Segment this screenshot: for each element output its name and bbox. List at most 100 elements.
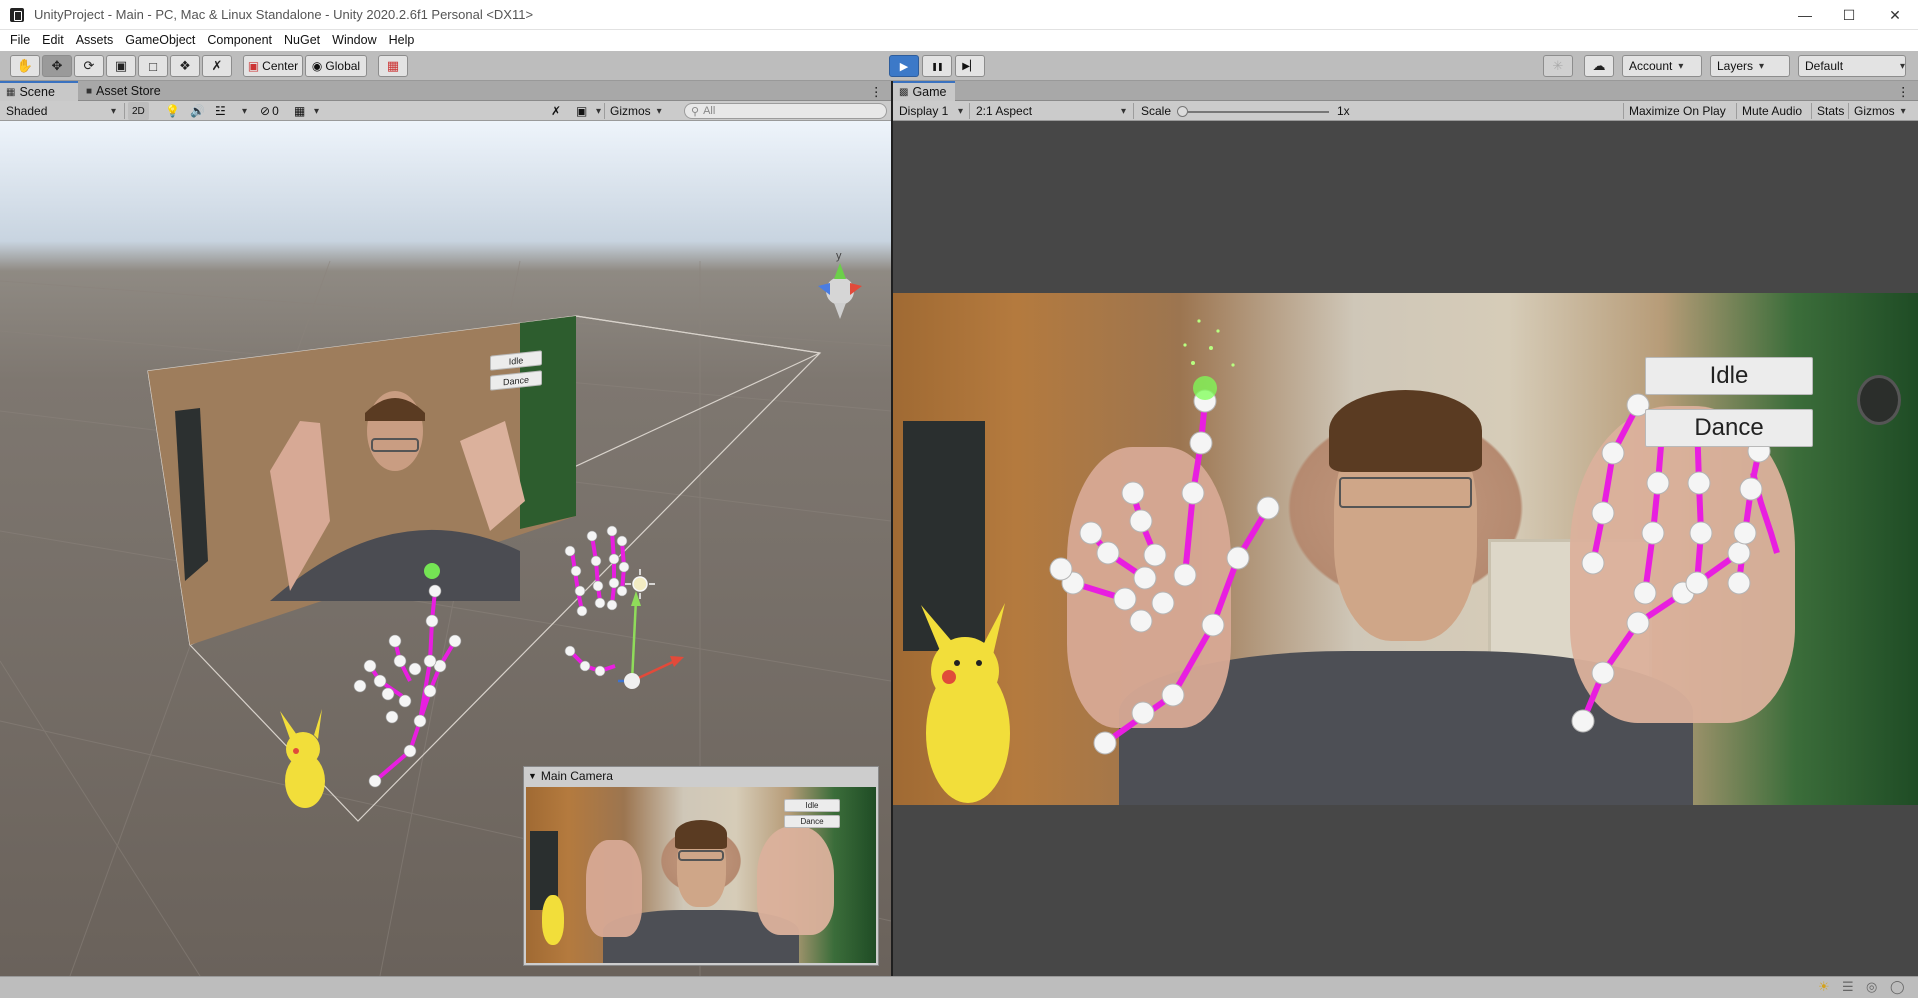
- camera-dropdown[interactable]: [586, 102, 605, 120]
- cloud-icon: ☁: [1592, 58, 1606, 73]
- collab-status-icon[interactable]: ◎: [1866, 979, 1877, 995]
- collab-button[interactable]: ✳: [1543, 55, 1573, 77]
- lighting-toggle[interactable]: 💡: [161, 102, 184, 120]
- rotate-tool-button[interactable]: ⟳: [74, 55, 104, 77]
- game-dance-button[interactable]: Dance: [1645, 409, 1813, 447]
- right-hand-region: [757, 825, 834, 935]
- tab-game[interactable]: ▩ Game: [893, 81, 955, 101]
- pikachu-model: [280, 709, 325, 808]
- hand-tool-button[interactable]: ✋: [10, 55, 40, 77]
- mute-audio-toggle[interactable]: Mute Audio: [1738, 102, 1806, 120]
- menu-file[interactable]: File: [4, 30, 36, 51]
- separator: [124, 103, 125, 119]
- scene-orientation-gizmo[interactable]: [818, 263, 862, 319]
- game-gizmos-label: Gizmos: [1854, 104, 1895, 118]
- game-viewport[interactable]: Idle Dance: [893, 121, 1918, 976]
- tools-icon: ✗: [211, 58, 223, 73]
- separator: [969, 103, 970, 119]
- menu-help[interactable]: Help: [383, 30, 421, 51]
- camera-preview-title: Main Camera: [540, 769, 613, 783]
- minimize-button[interactable]: —: [1782, 0, 1828, 30]
- scene-grid-icon: ▦: [6, 86, 16, 98]
- rect-tool-button[interactable]: □: [138, 55, 168, 77]
- close-button[interactable]: ✕: [1872, 0, 1918, 30]
- step-button[interactable]: ▶▏: [955, 55, 985, 77]
- game-gizmos-dropdown[interactable]: Gizmos: [1850, 102, 1910, 120]
- gizmos-dropdown[interactable]: Gizmos: [606, 102, 666, 120]
- rotate-icon: ⟳: [83, 58, 95, 73]
- hidden-count: 0: [272, 104, 279, 118]
- snap-settings-button[interactable]: ▦: [378, 55, 408, 77]
- menu-assets[interactable]: Assets: [70, 30, 120, 51]
- pikachu-model: [921, 603, 1010, 803]
- scale-slider-track[interactable]: [1179, 111, 1329, 113]
- display-label: Display 1: [899, 104, 949, 118]
- display-dropdown[interactable]: Display 1: [895, 102, 967, 120]
- gizmo-axis-y-label: y: [836, 250, 842, 262]
- scale-slider-thumb[interactable]: [1177, 106, 1188, 117]
- progress-status-icon[interactable]: ◯: [1890, 979, 1905, 995]
- preview-idle-button: Idle: [784, 799, 840, 812]
- effects-toggle[interactable]: ☳: [211, 102, 230, 120]
- layers-dropdown[interactable]: Layers: [1710, 55, 1790, 77]
- tab-asset-store-label: Asset Store: [96, 84, 161, 98]
- cloud-button[interactable]: ☁: [1584, 55, 1614, 77]
- menu-window[interactable]: Window: [326, 30, 382, 51]
- toggle-2d-label: 2D: [132, 105, 145, 117]
- space-global-toggle[interactable]: ◉ Global: [305, 55, 367, 77]
- scene-panel-menu-icon[interactable]: ⋮: [870, 81, 883, 101]
- left-hand-region: [585, 839, 642, 937]
- pause-button[interactable]: ❚❚: [922, 55, 952, 77]
- separator: [604, 103, 605, 119]
- tab-asset-store[interactable]: ■ Asset Store: [80, 81, 167, 101]
- effects-dropdown[interactable]: [232, 102, 251, 120]
- eye-slash-icon: ⊘: [260, 104, 271, 118]
- scene-search-input[interactable]: ⚲ All: [684, 103, 887, 119]
- hidden-objects-toggle[interactable]: ⊘ 0: [256, 102, 283, 120]
- menu-component[interactable]: Component: [201, 30, 278, 51]
- menu-nuget[interactable]: NuGet: [278, 30, 326, 51]
- menu-edit[interactable]: Edit: [36, 30, 70, 51]
- scale-tool-button[interactable]: ▣: [106, 55, 136, 77]
- separator: [1133, 103, 1134, 119]
- move-tool-button[interactable]: ✥: [42, 55, 72, 77]
- transform-tool-button[interactable]: ❖: [170, 55, 200, 77]
- grid-dropdown[interactable]: [304, 102, 323, 120]
- hand-joints-left: [353, 584, 462, 788]
- main-camera-preview: ▼ Main Camera Idle Dance: [523, 766, 879, 966]
- audio-toggle[interactable]: 🔊: [186, 102, 209, 120]
- pikachu-model: [542, 895, 564, 945]
- pivot-center-toggle[interactable]: ▣ Center: [243, 55, 303, 77]
- scene-tools-button[interactable]: ✗: [547, 102, 565, 120]
- custom-tool-button[interactable]: ✗: [202, 55, 232, 77]
- shading-mode-dropdown[interactable]: Shaded: [2, 102, 120, 120]
- scene-viewport[interactable]: y Idle Dance ▼ Main Camera Idle Dance: [0, 121, 891, 976]
- lightbulb-status-icon[interactable]: ☀: [1818, 979, 1830, 995]
- grid-snap-icon: ▦: [386, 58, 400, 73]
- scene-toolbar: Shaded 2D 💡 🔊 ☳ ⊘0 ▦ ✗ ▣ Gizmos ⚲All: [0, 101, 891, 121]
- pause-icon: ❚❚: [931, 61, 943, 71]
- account-dropdown[interactable]: Account: [1622, 55, 1702, 77]
- layout-dropdown[interactable]: Default: [1798, 55, 1906, 77]
- separator: [1736, 103, 1737, 119]
- particle-effect: [424, 563, 440, 579]
- tab-scene[interactable]: ▦ Scene: [0, 81, 78, 101]
- move-icon: ✥: [51, 58, 63, 73]
- gizmos-label: Gizmos: [610, 104, 651, 118]
- maximize-button[interactable]: ☐: [1826, 0, 1872, 30]
- aspect-dropdown[interactable]: 2:1 Aspect: [972, 102, 1130, 120]
- maximize-on-play-toggle[interactable]: Maximize On Play: [1625, 102, 1730, 120]
- play-button[interactable]: ▶: [889, 55, 919, 77]
- layers-status-icon[interactable]: ☰: [1842, 979, 1854, 995]
- menu-gameobject[interactable]: GameObject: [119, 30, 201, 51]
- particle-effect: [1183, 319, 1235, 400]
- game-idle-button[interactable]: Idle: [1645, 357, 1813, 395]
- lightbulb-icon: 💡: [165, 104, 180, 118]
- stats-toggle[interactable]: Stats: [1813, 102, 1848, 120]
- game-panel-menu-icon[interactable]: ⋮: [1897, 81, 1910, 101]
- toggle-2d-button[interactable]: 2D: [128, 102, 149, 120]
- tab-game-label: Game: [912, 85, 947, 99]
- separator: [1848, 103, 1849, 119]
- game-camera-feed: Idle Dance: [893, 293, 1918, 805]
- collapse-triangle-icon[interactable]: ▼: [528, 771, 537, 781]
